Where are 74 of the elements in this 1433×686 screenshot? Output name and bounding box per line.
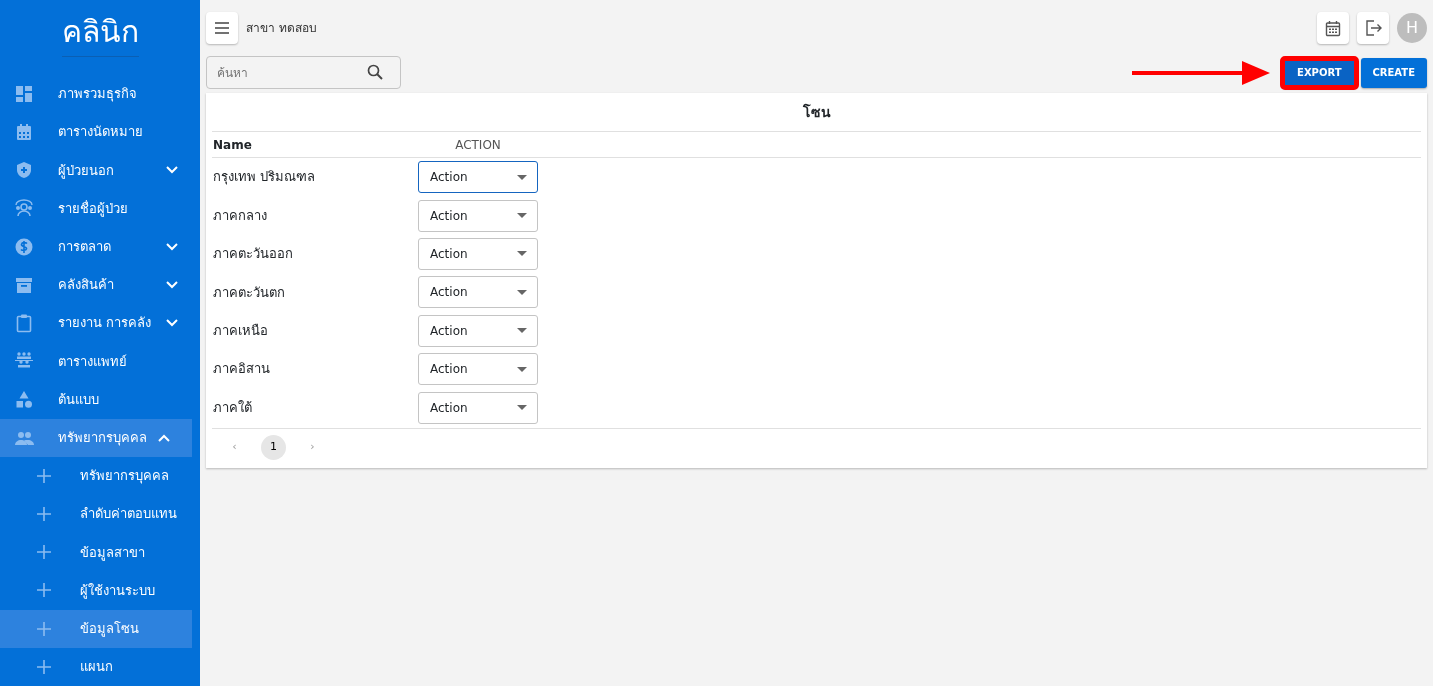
chevron-down-icon: [166, 319, 178, 328]
menu-icon: [214, 22, 230, 34]
sidebar-item[interactable]: คลังสินค้า: [0, 265, 200, 305]
caret-icon: [517, 251, 527, 257]
dashboard-icon: [14, 84, 34, 105]
action-dropdown[interactable]: Action: [418, 353, 538, 386]
table-cell-text: ภาคตะวันออก: [212, 245, 294, 264]
column-header: Name: [212, 136, 253, 154]
sidebar-item[interactable]: ต้นแบบ: [0, 380, 200, 419]
action-dropdown[interactable]: Action: [418, 161, 538, 194]
plus-icon: [37, 468, 51, 483]
sidebar-subitem[interactable]: แผนก: [0, 647, 192, 686]
caret-icon: [517, 289, 527, 295]
plus-icon: [37, 583, 51, 598]
action-dropdown[interactable]: Action: [418, 199, 538, 232]
page-button[interactable]: 1: [261, 434, 286, 460]
sidebar-item[interactable]: ภาพรวมธุรกิจ: [0, 74, 200, 114]
plus-icon: [37, 507, 51, 522]
action-dropdown[interactable]: Action: [418, 391, 538, 424]
chevron-down-icon: [166, 242, 178, 251]
archive-icon: [14, 275, 34, 295]
table-cell-text: ภาคกลาง: [212, 206, 268, 225]
table-cell-text: ภาคใต้: [212, 398, 253, 417]
clipboard-icon: [14, 313, 34, 334]
sidebar-item[interactable]: ผู้ป่วยนอก: [0, 151, 200, 190]
sidebar-subitem[interactable]: ข้อมูลโซน: [0, 609, 192, 648]
logo-text: คลินิก: [61, 0, 139, 57]
sidebar-item[interactable]: รายชื่อผู้ป่วย: [0, 189, 200, 228]
chevron-down-icon: [166, 281, 178, 289]
caret-icon: [517, 213, 527, 219]
sidebar-subitem[interactable]: ข้อมูลสาขา: [0, 533, 192, 572]
sidebar-item[interactable]: รายงาน การคลัง: [0, 304, 200, 343]
logout-icon: [1364, 20, 1382, 36]
next-page-button[interactable]: ›: [300, 434, 325, 460]
plus-icon: [37, 659, 51, 674]
chevron-up-icon: [158, 433, 170, 442]
dollar-icon: [14, 236, 34, 257]
previous-page-button[interactable]: ‹: [222, 434, 247, 460]
search-icon: [367, 64, 383, 80]
caret-icon: [517, 405, 527, 411]
plus-icon: [37, 621, 51, 636]
people-icon: [14, 198, 34, 219]
column-header: ACTION: [454, 136, 502, 154]
calendar-icon: [14, 122, 34, 143]
calendar-icon: [1325, 19, 1341, 37]
toolbar-button[interactable]: CREATE: [1360, 57, 1427, 88]
table-title: โซน: [212, 93, 1421, 132]
sidebar-subitem[interactable]: ทรัพยากรบุคคล: [0, 456, 192, 495]
caret-icon: [517, 366, 527, 372]
sidebar-item[interactable]: การตลาด: [0, 227, 200, 266]
sidebar-item[interactable]: ทรัพยากรบุคคล: [0, 418, 192, 457]
table-cell-text: กรุงเทพ ปริมณฑล: [212, 168, 317, 187]
sidebar-subitem[interactable]: ลำดับค่าตอบแทน: [0, 495, 192, 534]
plus-icon: [37, 545, 51, 560]
search-field[interactable]: ค้นหา: [206, 56, 401, 89]
shapes-icon: [14, 389, 34, 410]
toolbar-button[interactable]: EXPORT: [1282, 57, 1357, 88]
logout-button[interactable]: [1357, 12, 1389, 44]
action-dropdown[interactable]: Action: [418, 276, 538, 309]
calendar-button[interactable]: [1317, 12, 1349, 44]
chevron-down-icon: [166, 166, 178, 175]
caret-icon: [517, 174, 527, 180]
sidebar-item[interactable]: ตารางนัดหมาย: [0, 113, 200, 152]
action-dropdown[interactable]: Action: [418, 237, 538, 270]
branch-name: สาขา ทดสอบ: [246, 20, 317, 37]
sidebar-subitem[interactable]: ผู้ใช้งานระบบ: [0, 571, 192, 610]
table-cell-text: ภาคอิสาน: [212, 360, 271, 379]
sidebar-item[interactable]: ตารางแพทย์: [0, 342, 200, 381]
menu-button[interactable]: [206, 12, 238, 44]
caret-icon: [517, 328, 527, 334]
shield-icon: [14, 160, 34, 181]
table-cell-text: ภาคเหนือ: [212, 322, 269, 340]
action-dropdown[interactable]: Action: [418, 314, 538, 347]
table-cell-text: ภาคตะวันตก: [212, 283, 286, 302]
